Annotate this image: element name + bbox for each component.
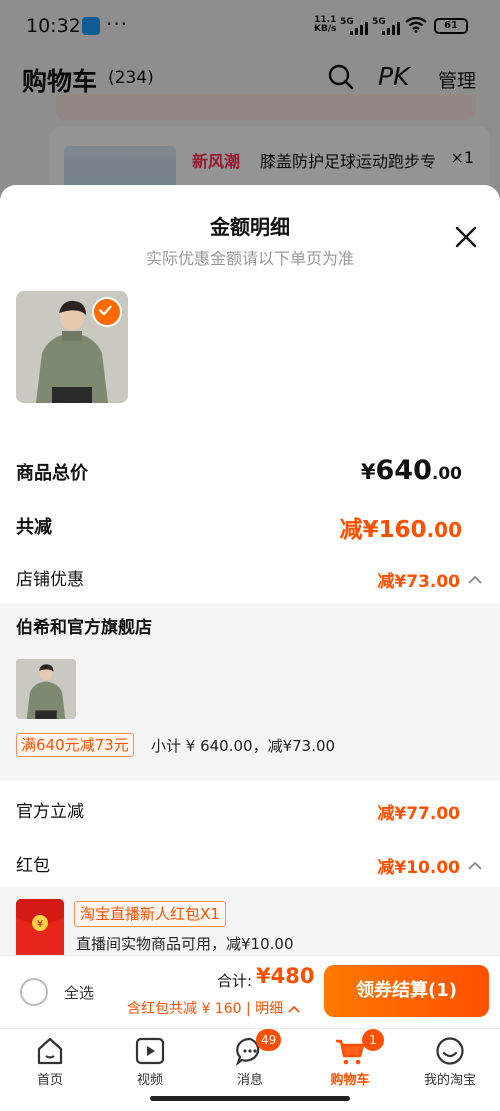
select-all-radio[interactable] — [20, 978, 48, 1006]
tab-video[interactable]: 视频 — [100, 1029, 200, 1099]
tab-cart[interactable]: 1 购物车 — [300, 1029, 400, 1099]
select-all-label[interactable]: 全选 — [64, 982, 94, 1003]
home-icon — [37, 1037, 63, 1065]
video-icon — [135, 1037, 165, 1065]
selected-check-icon[interactable] — [92, 297, 122, 327]
sum-label: 合计: — [217, 972, 253, 990]
sum-value: ¥480 — [256, 964, 315, 988]
shop-subtotal: 小计 ¥ 640.00，减¥73.00 — [151, 737, 336, 755]
discount-detail-toggle[interactable]: 含红包共减 ¥ 160 | 明细 — [127, 998, 300, 1018]
total-reduction-label: 共减 — [16, 517, 52, 538]
red-packet-tag: 淘宝直播新人红包X1 — [74, 901, 226, 927]
official-discount-label: 官方立减 — [16, 802, 84, 822]
tab-my-taobao[interactable]: 我的淘宝 — [400, 1029, 500, 1099]
chevron-up-icon[interactable] — [468, 575, 482, 585]
tab-messages[interactable]: 49 消息 — [200, 1029, 300, 1099]
red-packet-icon: ¥ — [16, 899, 64, 959]
message-badge: 49 — [256, 1029, 282, 1051]
shop-discount-details: 伯希和官方旗舰店 满640元减73元 小计 ¥ 640.00，减¥73.00 — [0, 603, 500, 781]
official-discount-row: 官方立减 减¥77.00 — [0, 793, 500, 833]
shop-product-thumbnail — [16, 659, 76, 719]
shop-discount-row[interactable]: 店铺优惠 减¥73.00 — [0, 561, 500, 601]
checkout-button[interactable]: 领券结算(1) — [324, 965, 489, 1017]
sheet-subtitle: 实际优惠金额请以下单页为准 — [145, 249, 354, 268]
tab-label: 我的淘宝 — [423, 1073, 476, 1088]
shop-discount-label: 店铺优惠 — [16, 570, 84, 590]
total-reduction-value: 减¥160.00 — [339, 517, 462, 543]
shop-name: 伯希和官方旗舰店 — [16, 618, 152, 638]
profile-icon — [436, 1037, 464, 1065]
red-packet-description: 直播间实物商品可用，减¥10.00 — [76, 935, 294, 953]
tab-label: 消息 — [236, 1073, 263, 1088]
sheet-title: 金额明细 — [210, 215, 290, 239]
goods-total-value: ¥640.00 — [360, 455, 462, 486]
goods-total-label: 商品总价 — [16, 463, 88, 484]
red-packet-label: 红包 — [16, 856, 50, 876]
coupon-tag: 满640元减73元 — [16, 733, 134, 757]
goods-total-row: 商品总价 ¥640.00 — [0, 453, 500, 493]
cart-badge: 1 — [362, 1029, 384, 1051]
tab-label: 购物车 — [330, 1073, 370, 1088]
checkout-bar: 全选 合计: ¥480 含红包共减 ¥ 160 | 明细 领券结算(1) — [0, 955, 500, 1027]
shop-discount-value: 减¥73.00 — [377, 572, 460, 592]
official-discount-value: 减¥77.00 — [377, 804, 460, 824]
chevron-up-icon[interactable] — [468, 861, 482, 871]
tab-label: 首页 — [36, 1073, 63, 1088]
home-indicator[interactable] — [150, 1096, 350, 1101]
tab-home[interactable]: 首页 — [0, 1029, 100, 1099]
svg-text:¥: ¥ — [37, 919, 43, 930]
red-packet-row[interactable]: 红包 减¥10.00 — [0, 847, 500, 887]
total-reduction-row: 共减 减¥160.00 — [0, 507, 500, 547]
chevron-up-icon — [287, 1005, 300, 1013]
close-icon[interactable] — [454, 225, 478, 249]
tab-label: 视频 — [136, 1073, 163, 1088]
red-packet-value: 减¥10.00 — [377, 858, 460, 878]
